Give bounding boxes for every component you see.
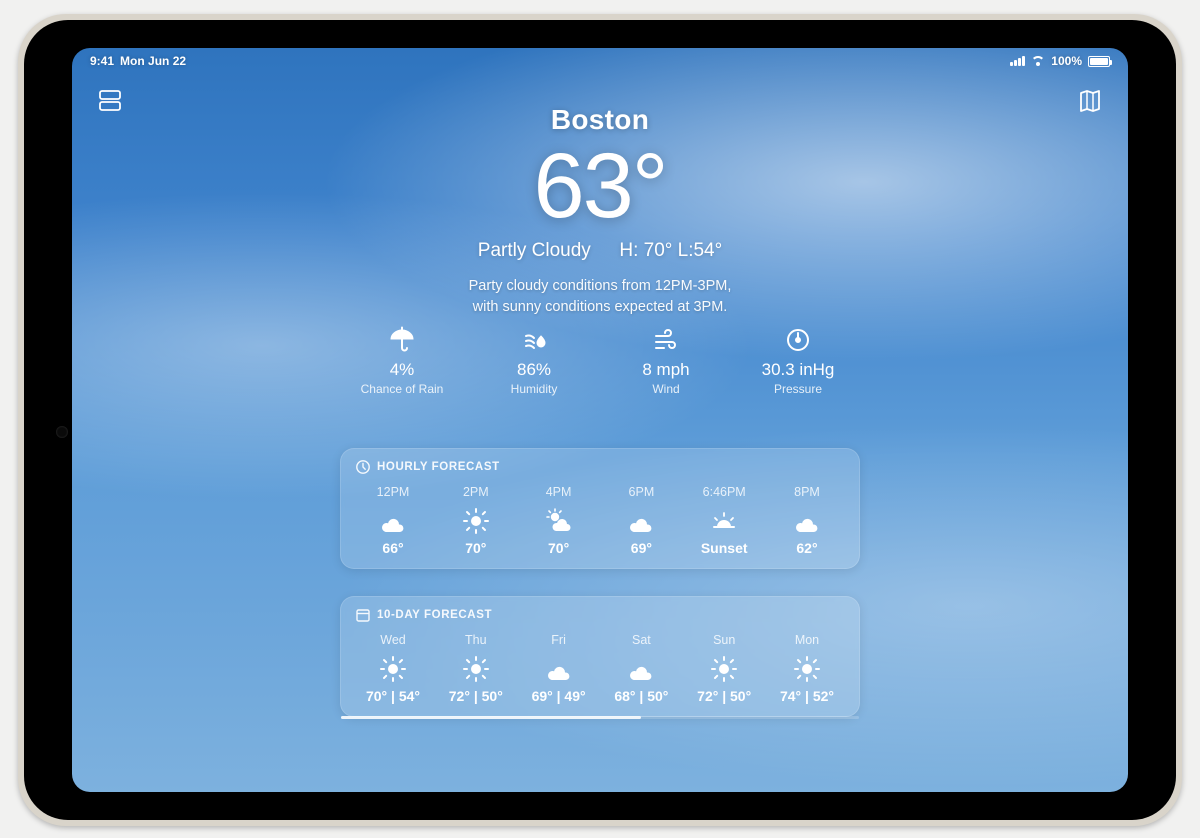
day-label: Sun [686, 633, 762, 648]
front-camera [56, 426, 68, 438]
day-label: Sat [603, 633, 679, 648]
day-label: Thu [438, 633, 514, 648]
status-bar: 9:41 Mon Jun 22 100% [72, 48, 1128, 74]
metric-label: Pressure [753, 382, 843, 396]
hour-value: Sunset [686, 540, 762, 556]
hourly-slot[interactable]: 4PM 70° [521, 485, 597, 556]
cloud-icon [769, 506, 845, 536]
hi-lo-text: H: 70° L:54° [619, 240, 722, 261]
summary-line2: with sunny conditions expected at 3PM. [72, 297, 1128, 318]
hour-label: 2PM [438, 485, 514, 500]
hourly-forecast-card[interactable]: HOURLY FORECAST 12PM 66° 2PM 70° 4PM 70° 6PM 69… [340, 448, 860, 569]
day-label: Fri [521, 633, 597, 648]
battery-icon [1088, 56, 1110, 67]
metric-chance-of-rain[interactable]: 4% Chance of Rain [357, 326, 447, 396]
day-label: Mon [769, 633, 845, 648]
hour-value: 69° [603, 540, 679, 556]
day-slot[interactable]: Sat 68° | 50° [603, 633, 679, 704]
hour-label: 12PM [355, 485, 431, 500]
metric-value: 4% [357, 360, 447, 380]
hour-label: 8PM [769, 485, 845, 500]
tenday-title: 10-DAY FORECAST [377, 609, 492, 621]
day-value: 72° | 50° [438, 688, 514, 704]
humidity-icon [489, 326, 579, 354]
day-slot[interactable]: Thu 72° | 50° [438, 633, 514, 704]
cloud-icon [603, 654, 679, 684]
day-value: 70° | 54° [355, 688, 431, 704]
day-value: 72° | 50° [686, 688, 762, 704]
wind-icon [621, 326, 711, 354]
hour-label: 6PM [603, 485, 679, 500]
status-time: 9:41 [90, 54, 114, 68]
day-slot[interactable]: Fri 69° | 49° [521, 633, 597, 704]
day-label: Wed [355, 633, 431, 648]
sunset-icon [686, 506, 762, 536]
cloud-icon [603, 506, 679, 536]
summary-line1: Party cloudy conditions from 12PM-3PM, [72, 276, 1128, 297]
partly-icon [521, 506, 597, 536]
sun-icon [355, 654, 431, 684]
metric-label: Humidity [489, 382, 579, 396]
current-temp: 63° [72, 140, 1128, 232]
clock-icon [355, 459, 371, 475]
hourly-slot[interactable]: 12PM 66° [355, 485, 431, 556]
scroll-indicator[interactable] [341, 716, 859, 719]
hour-value: 70° [521, 540, 597, 556]
hour-value: 70° [438, 540, 514, 556]
day-slot[interactable]: Wed 70° | 54° [355, 633, 431, 704]
battery-percent: 100% [1051, 54, 1082, 68]
hourly-slot[interactable]: 6PM 69° [603, 485, 679, 556]
day-value: 74° | 52° [769, 688, 845, 704]
metrics-row: 4% Chance of Rain 86% Humidity 8 mph Wind 30.3… [357, 326, 843, 396]
hour-value: 66° [355, 540, 431, 556]
hourly-slot[interactable]: 2PM 70° [438, 485, 514, 556]
hour-label: 4PM [521, 485, 597, 500]
status-date: Mon Jun 22 [120, 54, 186, 68]
hour-label: 6:46PM [686, 485, 762, 500]
hour-value: 62° [769, 540, 845, 556]
metric-value: 30.3 inHg [753, 360, 843, 380]
sun-icon [438, 654, 514, 684]
umbrella-icon [357, 326, 447, 354]
cloud-icon [355, 506, 431, 536]
metric-humidity[interactable]: 86% Humidity [489, 326, 579, 396]
ipad-frame: 9:41 Mon Jun 22 100% [18, 14, 1182, 826]
calendar-icon [355, 607, 371, 623]
metric-wind[interactable]: 8 mph Wind [621, 326, 711, 396]
sun-icon [769, 654, 845, 684]
current-weather: Boston 63° Partly Cloudy H: 70° L:54° Pa… [72, 104, 1128, 318]
day-slot[interactable]: Sun 72° | 50° [686, 633, 762, 704]
wifi-icon [1031, 56, 1045, 66]
metric-value: 86% [489, 360, 579, 380]
metric-pressure[interactable]: 30.3 inHg Pressure [753, 326, 843, 396]
metric-value: 8 mph [621, 360, 711, 380]
metric-label: Wind [621, 382, 711, 396]
hourly-slot[interactable]: 8PM 62° [769, 485, 845, 556]
city-name: Boston [72, 104, 1128, 136]
day-slot[interactable]: Mon 74° | 52° [769, 633, 845, 704]
sun-icon [686, 654, 762, 684]
cloud-icon [521, 654, 597, 684]
day-value: 69° | 49° [521, 688, 597, 704]
metric-label: Chance of Rain [357, 382, 447, 396]
day-value: 68° | 50° [603, 688, 679, 704]
pressure-icon [753, 326, 843, 354]
hourly-slot[interactable]: 6:46PM Sunset [686, 485, 762, 556]
condition-text: Partly Cloudy [478, 240, 591, 261]
screen: 9:41 Mon Jun 22 100% [72, 48, 1128, 792]
sun-icon [438, 506, 514, 536]
cellular-icon [1010, 56, 1025, 66]
hourly-title: HOURLY FORECAST [377, 461, 500, 473]
tenday-forecast-card[interactable]: 10-DAY FORECAST Wed 70° | 54° Thu 72° | 50°… [340, 596, 860, 717]
